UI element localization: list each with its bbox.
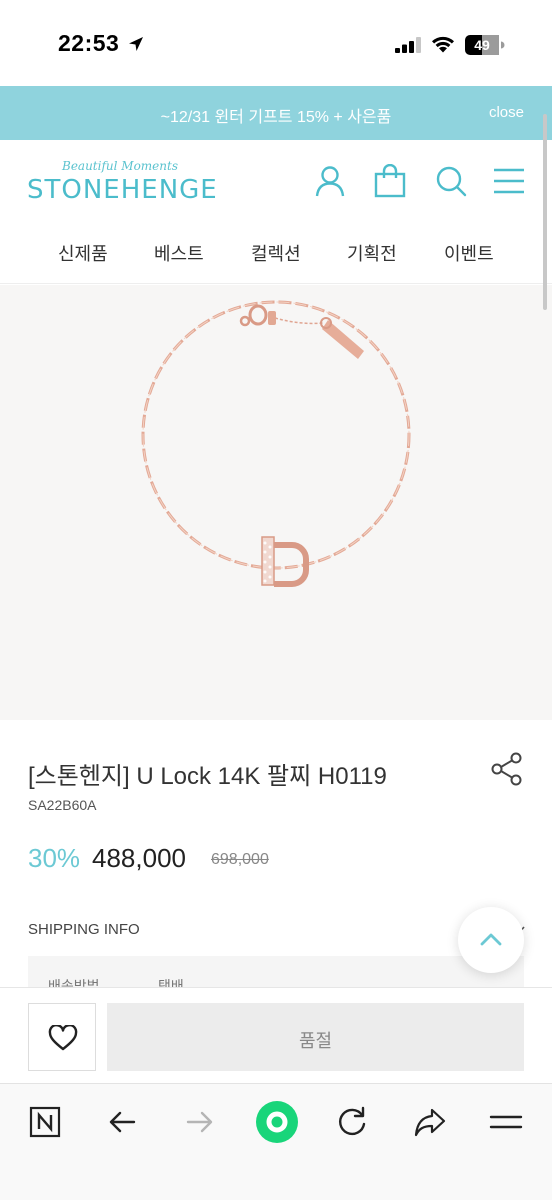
cellular-signal-icon <box>395 37 421 53</box>
soldout-button[interactable]: 품절 <box>107 1003 524 1071</box>
chevron-up-icon <box>480 933 502 946</box>
location-arrow-icon <box>129 37 143 51</box>
back-arrow-icon[interactable] <box>103 1102 143 1142</box>
user-icon[interactable] <box>313 164 347 198</box>
sale-price: 488,000 <box>92 843 186 873</box>
status-bar: 22:53 49 <box>0 0 552 86</box>
scroll-to-top-button[interactable] <box>458 907 524 973</box>
wishlist-button[interactable] <box>28 1003 96 1071</box>
logo-tagline: Beautiful Moments <box>62 159 178 173</box>
nav-item-promotion[interactable]: 기획전 <box>347 240 397 266</box>
refresh-icon[interactable] <box>332 1102 372 1142</box>
shipping-info-heading[interactable]: SHIPPING INFO <box>28 921 140 938</box>
product-image[interactable] <box>0 285 552 720</box>
logo-name: STONEHENGE <box>27 175 218 205</box>
nav-item-event[interactable]: 이벤트 <box>444 240 494 266</box>
product-code: SA22B60A <box>28 797 97 813</box>
share-arrow-icon[interactable] <box>410 1102 450 1142</box>
green-home-icon[interactable] <box>255 1100 299 1144</box>
shopping-bag-icon[interactable] <box>373 164 407 198</box>
site-header: Beautiful Moments STONEHENGE <box>0 140 552 222</box>
purchase-action-bar: 품절 <box>0 987 552 1083</box>
page-scrollbar[interactable] <box>543 114 547 310</box>
wifi-icon <box>432 36 454 53</box>
share-icon[interactable] <box>490 752 524 786</box>
promo-text[interactable]: ~12/31 윈터 기프트 15% + 사은품 <box>0 103 552 127</box>
bracelet-image <box>141 300 411 587</box>
search-icon[interactable] <box>434 164 468 198</box>
nav-item-collection[interactable]: 컬렉션 <box>251 240 301 266</box>
shipping-row: 배송방법 택배 <box>28 956 524 990</box>
product-title: [스톤헨지] U Lock 14K 팔찌 H0119 <box>28 763 387 790</box>
menu-icon[interactable] <box>486 1102 526 1142</box>
promo-close-button[interactable]: close <box>489 104 524 121</box>
status-time: 22:53 <box>58 30 120 56</box>
browser-toolbar <box>0 1083 552 1200</box>
battery-level: 49 <box>474 37 490 53</box>
soldout-label: 품절 <box>298 1031 333 1051</box>
original-price: 698,000 <box>211 851 269 868</box>
category-nav: 신제품 베스트 컬렉션 기획전 이벤트 <box>0 222 552 284</box>
heart-icon <box>48 1025 78 1051</box>
discount-rate: 30% <box>28 843 81 873</box>
naver-n-icon[interactable] <box>25 1102 65 1142</box>
promo-banner[interactable]: ~12/31 윈터 기프트 15% + 사은품 close <box>0 86 552 140</box>
menu-icon[interactable] <box>492 164 526 198</box>
forward-arrow-icon[interactable] <box>179 1102 219 1142</box>
nav-item-new[interactable]: 신제품 <box>58 240 108 266</box>
battery-icon: 49 <box>465 35 505 55</box>
nav-item-best[interactable]: 베스트 <box>154 240 204 266</box>
